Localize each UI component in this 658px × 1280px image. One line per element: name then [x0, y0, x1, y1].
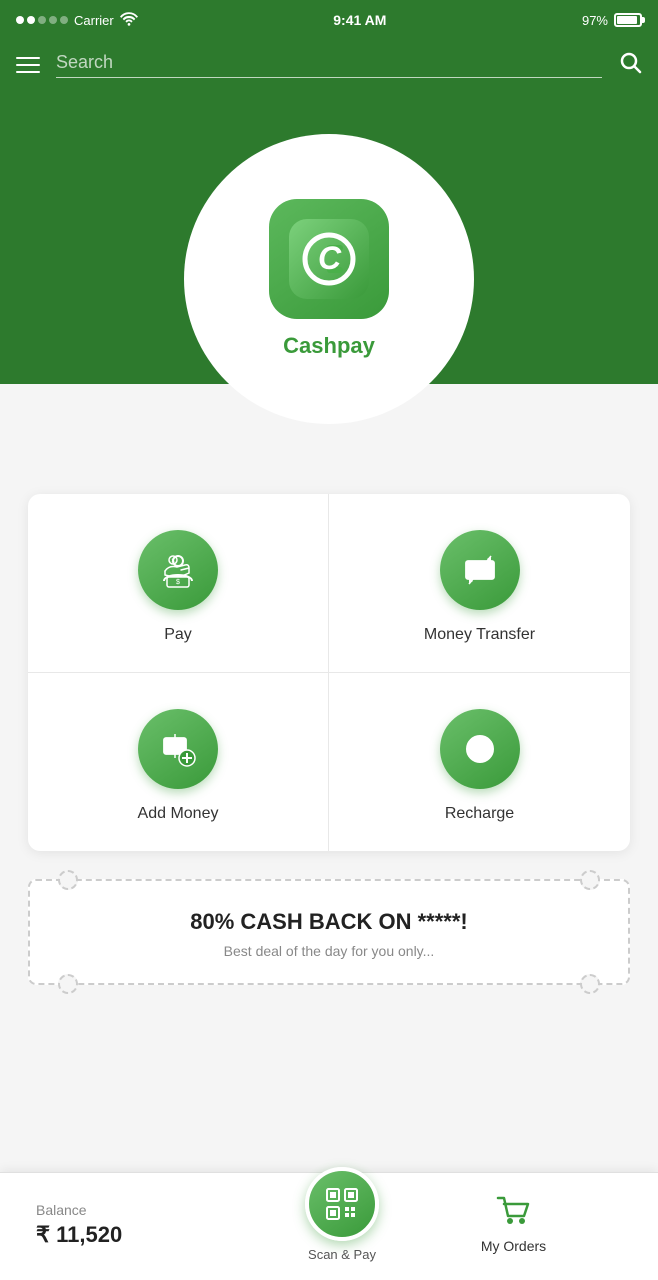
battery-fill — [617, 16, 637, 24]
shopping-cart-icon — [496, 1196, 532, 1234]
svg-text:$: $ — [172, 559, 175, 565]
search-button[interactable] — [618, 50, 642, 80]
add-money-icon — [159, 730, 197, 768]
status-bar: Carrier 9:41 AM 97% — [0, 0, 658, 40]
balance-section: Balance ₹ 11,520 — [0, 1202, 305, 1248]
recharge-action[interactable]: ₹ Recharge — [329, 673, 630, 851]
app-logo-box: C — [269, 199, 389, 319]
pay-icon-circle: $ $ — [138, 530, 218, 610]
actions-grid: $ $ Pay — [28, 494, 630, 851]
svg-text:₹: ₹ — [474, 739, 486, 759]
battery-percent: 97% — [582, 13, 608, 28]
money-transfer-label: Money Transfer — [424, 626, 535, 644]
signal-dot-3 — [38, 16, 46, 24]
recharge-icon: ₹ — [461, 730, 499, 768]
scan-pay-label: Scan & Pay — [308, 1247, 376, 1262]
promo-subtitle: Best deal of the day for you only... — [50, 943, 608, 959]
actions-card: $ $ Pay — [28, 494, 630, 851]
hero-section: C Cashpay — [0, 94, 658, 384]
hamburger-menu-icon[interactable] — [16, 57, 40, 73]
signal-dots — [16, 16, 68, 24]
add-money-label: Add Money — [138, 805, 219, 823]
my-orders-button[interactable]: My Orders — [379, 1196, 658, 1254]
battery-icon — [614, 13, 642, 27]
my-orders-label: My Orders — [481, 1238, 546, 1254]
scan-pay-button[interactable]: Scan & Pay — [305, 1187, 379, 1262]
pay-label: Pay — [164, 626, 192, 644]
cashpay-logo-svg: C — [289, 219, 369, 299]
signal-dot-4 — [49, 16, 57, 24]
wifi-icon — [120, 12, 138, 29]
promo-notch-bl — [58, 974, 78, 994]
balance-amount: ₹ 11,520 — [36, 1222, 305, 1248]
recharge-label: Recharge — [445, 805, 514, 823]
svg-text:C: C — [318, 240, 342, 276]
svg-text:$: $ — [176, 579, 180, 586]
recharge-icon-circle: ₹ — [440, 709, 520, 789]
signal-dot-5 — [60, 16, 68, 24]
add-money-action[interactable]: Add Money — [28, 673, 329, 851]
cart-svg — [496, 1196, 532, 1226]
promo-notch-tr — [580, 870, 600, 890]
bottom-bar: Balance ₹ 11,520 Scan & Pay — [0, 1172, 658, 1280]
status-left: Carrier — [16, 12, 138, 29]
signal-dot-2 — [27, 16, 35, 24]
pay-icon: $ $ — [159, 551, 197, 589]
add-money-icon-circle — [138, 709, 218, 789]
qr-icon — [324, 1186, 360, 1222]
signal-dot-1 — [16, 16, 24, 24]
money-transfer-action[interactable]: Money Transfer — [329, 494, 630, 673]
app-name: Cashpay — [283, 333, 375, 359]
promo-banner[interactable]: 80% CASH BACK ON *****! Best deal of the… — [28, 879, 630, 985]
balance-label: Balance — [36, 1202, 305, 1218]
money-transfer-icon — [461, 551, 499, 589]
scan-pay-icon-circle — [305, 1167, 379, 1241]
pay-action[interactable]: $ $ Pay — [28, 494, 329, 673]
promo-notch-tl — [58, 870, 78, 890]
promo-title: 80% CASH BACK ON *****! — [50, 909, 608, 935]
search-input-wrapper[interactable] — [56, 52, 602, 78]
status-time: 9:41 AM — [333, 12, 386, 28]
search-bar — [0, 40, 658, 94]
bottom-spacer — [0, 985, 658, 1095]
status-right: 97% — [582, 13, 642, 28]
carrier-label: Carrier — [74, 13, 114, 28]
hero-circle: C Cashpay — [184, 134, 474, 424]
money-transfer-icon-circle — [440, 530, 520, 610]
search-input[interactable] — [56, 52, 602, 73]
promo-notch-br — [580, 974, 600, 994]
